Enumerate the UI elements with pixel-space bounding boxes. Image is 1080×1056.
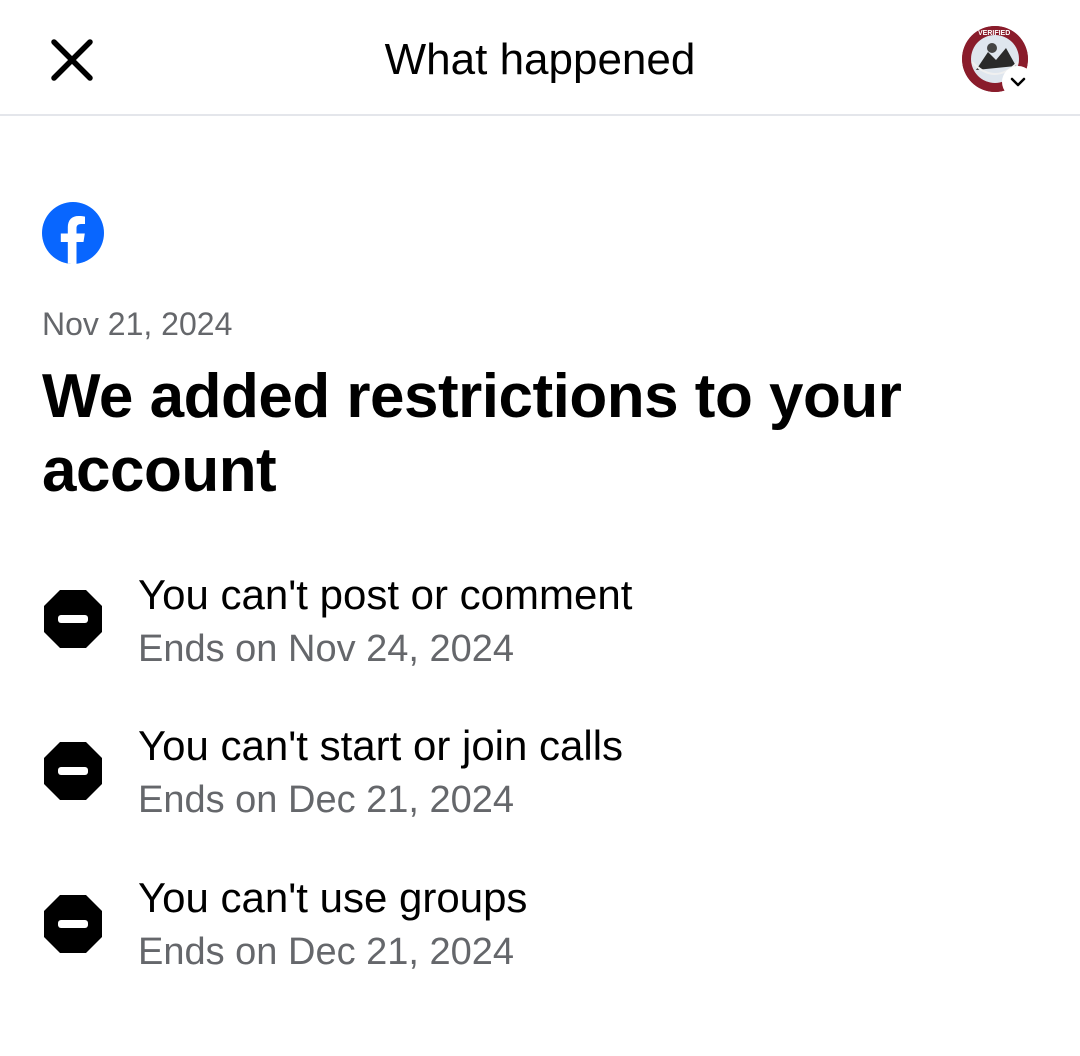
avatar-badge-text: VERIFIED — [978, 30, 1011, 37]
restricted-icon — [44, 590, 102, 648]
restriction-item: You can't start or join calls Ends on De… — [42, 721, 1002, 831]
notice-headline: We added restrictions to your account — [42, 362, 902, 505]
restriction-item: You can't use groups Ends on Dec 21, 202… — [42, 873, 1002, 983]
account-switcher[interactable]: VERIFIED — [962, 26, 1034, 98]
switcher-badge — [1002, 66, 1034, 98]
restriction-title: You can't post or comment — [138, 571, 633, 618]
restriction-end-date: Ends on Dec 21, 2024 — [138, 779, 515, 821]
restriction-title: You can't start or join calls — [138, 722, 624, 769]
restricted-icon — [44, 895, 102, 953]
notice-date: Nov 21, 2024 — [42, 306, 233, 342]
facebook-logo-icon — [42, 202, 104, 264]
restriction-end-date: Ends on Dec 21, 2024 — [138, 931, 515, 973]
restriction-end-date: Ends on Nov 24, 2024 — [138, 628, 515, 670]
restriction-title: You can't use groups — [138, 874, 528, 921]
top-bar: What happened VERIFIED — [0, 0, 1080, 116]
restriction-item: You can't post or comment Ends on Nov 24… — [42, 570, 1002, 680]
restricted-icon — [44, 742, 102, 800]
page-title: What happened — [384, 35, 696, 84]
chevron-down-icon — [1010, 77, 1026, 87]
